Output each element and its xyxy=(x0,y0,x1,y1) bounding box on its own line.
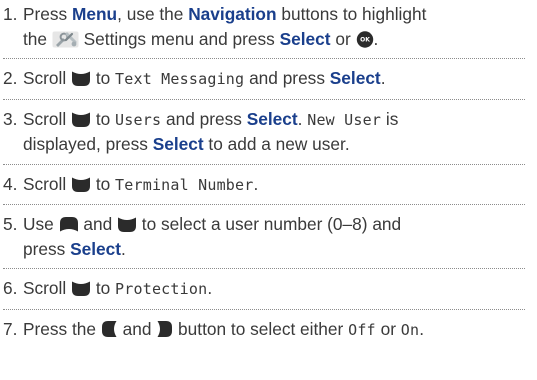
step-text: press xyxy=(23,238,71,259)
step-1: 1. Press Menu, use the Navigation button… xyxy=(3,2,525,51)
step-number: 6. xyxy=(3,278,18,298)
step-text: to xyxy=(91,173,116,194)
nav-down-icon xyxy=(71,70,91,87)
text-messaging-label: Text Messaging xyxy=(115,70,245,88)
step-text: . xyxy=(373,28,379,49)
step-text: and xyxy=(117,318,157,339)
step-text: buttons to highlight xyxy=(276,4,427,24)
divider xyxy=(3,268,525,269)
step-text: to add a new user. xyxy=(203,134,350,154)
step-4: 4. Scroll to Terminal Number. xyxy=(3,172,525,198)
step-number: 2. xyxy=(3,68,18,88)
steps-list: 1. Press Menu, use the Navigation button… xyxy=(3,2,525,342)
step-text: to xyxy=(91,278,116,298)
svg-text:OK: OK xyxy=(360,36,370,43)
step-text: . xyxy=(297,108,308,129)
step-number: 3. xyxy=(3,108,18,129)
protection-label: Protection xyxy=(115,280,208,298)
on-option-label: On xyxy=(400,320,420,339)
step-text: to xyxy=(91,68,116,88)
step-text: button to select either xyxy=(173,318,349,339)
step-text: is xyxy=(381,108,399,129)
instructions-page: 1. Press Menu, use the Navigation button… xyxy=(0,0,537,380)
step-text: Scroll xyxy=(23,173,72,194)
divider xyxy=(3,163,525,165)
settings-menu-icon xyxy=(52,31,79,48)
step-text: Use xyxy=(23,214,59,234)
step-text: and press xyxy=(244,68,330,88)
menu-keyword: Menu xyxy=(71,4,118,24)
step-text: the xyxy=(23,28,52,49)
step-text: to select a user number (0–8) and xyxy=(136,214,402,234)
step-text: or xyxy=(375,318,401,339)
off-option-label: Off xyxy=(348,320,376,339)
new-user-label: New User xyxy=(307,110,382,129)
step-text: Press the xyxy=(23,318,101,339)
nav-down-icon xyxy=(71,176,91,193)
step-text: . xyxy=(419,318,425,339)
nav-left-icon xyxy=(101,320,118,338)
select-keyword: Select xyxy=(329,68,381,88)
step-text: displayed, press xyxy=(23,134,153,154)
step-2: 2. Scroll to Text Messaging and press Se… xyxy=(3,66,525,92)
step-text: . xyxy=(253,173,259,194)
step-text: and xyxy=(78,214,117,234)
divider xyxy=(3,204,525,205)
step-number: 1. xyxy=(3,4,18,24)
step-7: 7. Press the and button to select either… xyxy=(3,317,525,343)
step-6: 6. Scroll to Protection. xyxy=(3,276,525,302)
step-number: 5. xyxy=(3,214,18,234)
step-text: , use the xyxy=(117,4,189,24)
step-text: Scroll xyxy=(23,278,72,298)
step-5: 5. Use and to select a user number (0–8)… xyxy=(3,212,525,261)
nav-down-icon xyxy=(71,280,91,297)
select-keyword: Select xyxy=(246,108,298,129)
nav-up-icon xyxy=(59,216,79,233)
step-text: Press xyxy=(23,4,72,24)
step-3: 3. Scroll to Users and press Select. New… xyxy=(3,107,525,157)
select-keyword: Select xyxy=(279,28,331,49)
step-text: or xyxy=(330,28,356,49)
step-text: Scroll xyxy=(23,108,72,129)
nav-down-icon xyxy=(71,111,91,128)
nav-down-icon xyxy=(117,216,137,233)
nav-right-icon xyxy=(156,320,173,338)
step-text: and press xyxy=(161,108,247,129)
step-text: . xyxy=(380,68,386,88)
users-label: Users xyxy=(115,110,162,129)
terminal-number-label: Terminal Number xyxy=(115,175,254,194)
select-keyword: Select xyxy=(70,238,121,259)
ok-button-icon: OK xyxy=(356,30,374,48)
step-number: 4. xyxy=(3,173,18,194)
divider xyxy=(3,58,525,59)
step-text: to xyxy=(91,108,116,129)
divider xyxy=(3,98,525,100)
step-text: Settings menu and press xyxy=(78,28,280,49)
navigation-keyword: Navigation xyxy=(188,4,277,24)
step-text: Scroll xyxy=(23,68,72,88)
divider xyxy=(3,308,525,310)
select-keyword: Select xyxy=(152,134,204,154)
step-number: 7. xyxy=(3,318,18,339)
step-text: . xyxy=(207,278,213,298)
step-text: . xyxy=(120,238,126,259)
